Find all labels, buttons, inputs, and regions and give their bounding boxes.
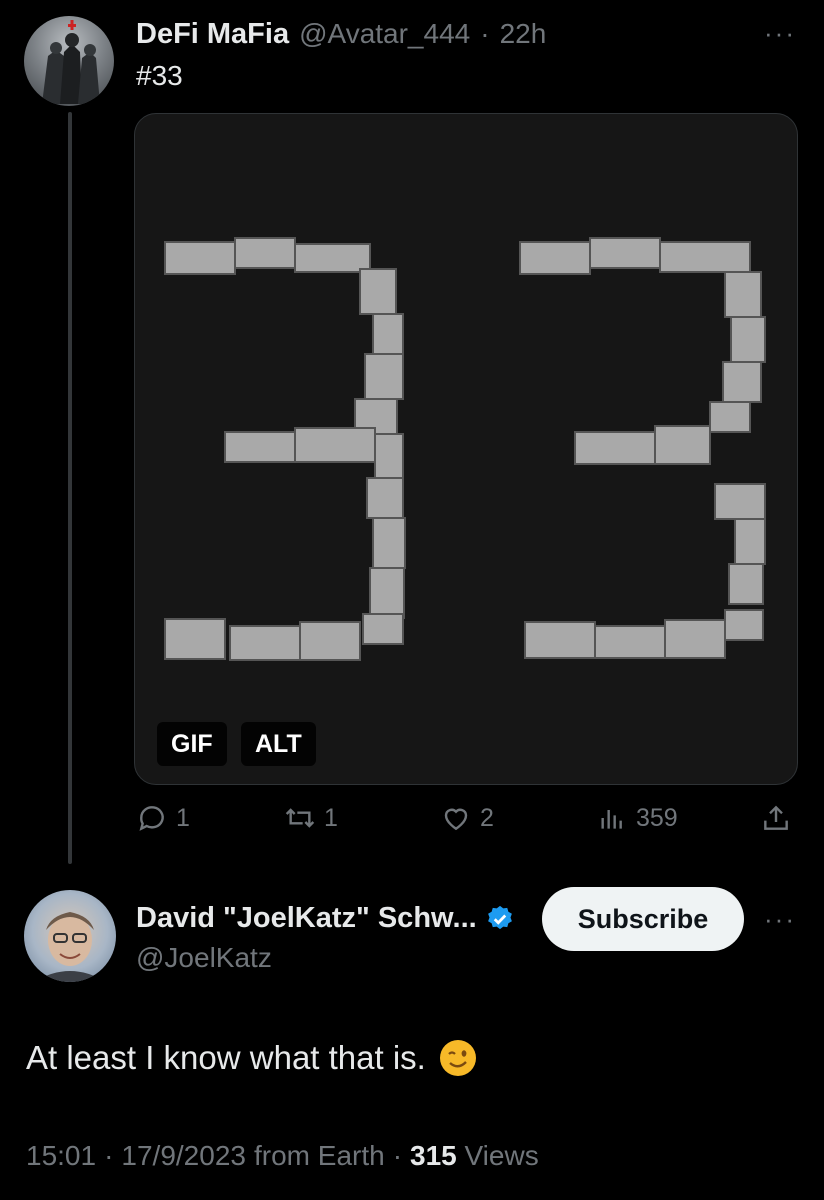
share-upload-icon <box>764 805 788 830</box>
defi-mafia-avatar[interactable] <box>24 16 114 106</box>
retweet-button[interactable]: 1 <box>284 802 338 834</box>
gif-badge: GIF <box>157 722 227 766</box>
share-button[interactable] <box>760 802 792 834</box>
wink-emoji-icon <box>439 1040 476 1076</box>
thread-connector-line <box>68 112 72 864</box>
gif-frame-33-image <box>164 237 766 661</box>
parent-handle[interactable]: @Avatar_444 <box>299 18 470 50</box>
reply-button[interactable]: 1 <box>136 802 190 834</box>
parent-timestamp[interactable]: 22h <box>500 18 547 50</box>
reply-time[interactable]: 15:01 <box>26 1140 96 1172</box>
reply-views-number: 315 <box>410 1140 457 1171</box>
parent-tweet-header: DeFi MaFia @Avatar_444 · 22h <box>136 18 546 51</box>
views-count: 359 <box>636 803 678 832</box>
tweet-media-gif[interactable]: GIF ALT <box>134 113 798 785</box>
retweet-count: 1 <box>324 803 338 832</box>
reply-more-options-icon[interactable]: ··· <box>764 904 796 935</box>
views-bar-chart-icon <box>601 810 622 829</box>
parent-tweet-actions: 1 1 2 359 <box>134 802 798 842</box>
reply-count: 1 <box>176 803 190 832</box>
views-button[interactable]: 359 <box>596 802 678 834</box>
reply-views-label: Views <box>464 1140 539 1171</box>
parent-display-name[interactable]: DeFi MaFia <box>136 18 289 51</box>
reply-source: from Earth <box>253 1140 385 1171</box>
joelkatz-avatar[interactable] <box>24 890 116 982</box>
heart-icon <box>444 808 468 831</box>
parent-more-options-icon[interactable]: ··· <box>764 18 796 49</box>
meta-separator-2: · <box>392 1140 403 1171</box>
meta-separator-1: · <box>104 1140 114 1171</box>
parent-separator: · <box>480 18 490 49</box>
parent-tweet-text: #33 <box>136 60 183 91</box>
like-button[interactable]: 2 <box>440 802 494 834</box>
reply-handle[interactable]: @JoelKatz <box>136 942 272 974</box>
reply-display-name[interactable]: David "JoelKatz" Schw... <box>136 902 477 935</box>
reply-icon <box>139 806 164 831</box>
reply-date[interactable]: 17/9/2023 <box>121 1140 246 1172</box>
reply-meta: 15:01 · 17/9/2023 from Earth · 315 Views <box>26 1140 539 1172</box>
reply-tweet-body: At least I know what that is. <box>26 1038 478 1078</box>
like-count: 2 <box>480 803 494 832</box>
retweet-icon <box>285 808 315 828</box>
reply-views[interactable]: 315 Views <box>410 1140 539 1172</box>
reply-name-row: David "JoelKatz" Schw... <box>136 902 515 935</box>
subscribe-button[interactable]: Subscribe <box>542 887 744 951</box>
alt-text-badge[interactable]: ALT <box>241 722 316 766</box>
verified-badge-icon[interactable] <box>485 904 515 934</box>
reply-tweet-text: At least I know what that is. <box>26 1039 426 1076</box>
